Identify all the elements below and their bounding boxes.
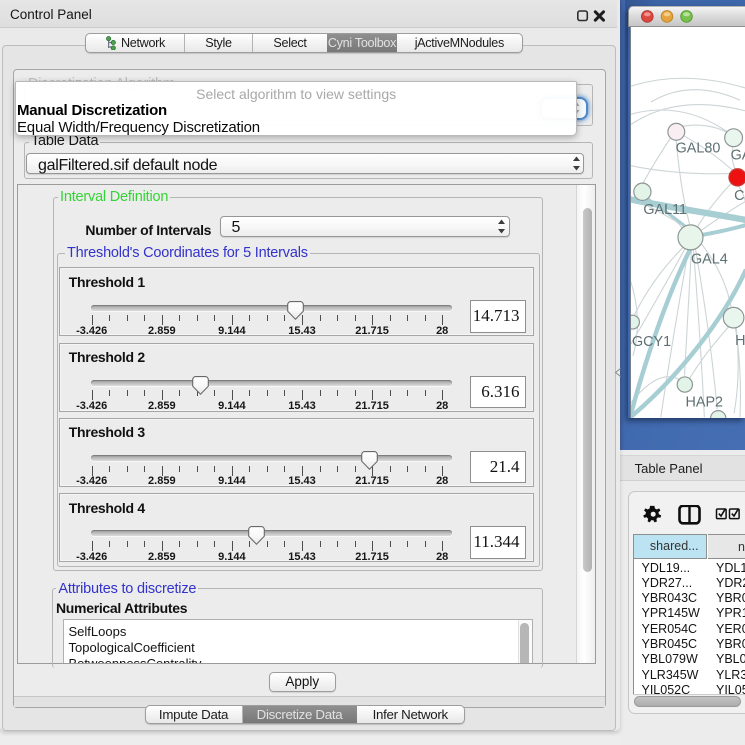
- svg-text:CR: CR: [734, 188, 745, 204]
- svg-text:GAL80: GAL80: [676, 141, 721, 157]
- svg-text:GAL4: GAL4: [691, 252, 728, 268]
- svg-text:HI: HI: [735, 333, 745, 349]
- svg-text:HAP2: HAP2: [686, 394, 724, 410]
- svg-text:GCY1: GCY1: [632, 334, 671, 350]
- svg-text:GAL11: GAL11: [643, 202, 687, 218]
- svg-text:GA: GA: [731, 148, 745, 164]
